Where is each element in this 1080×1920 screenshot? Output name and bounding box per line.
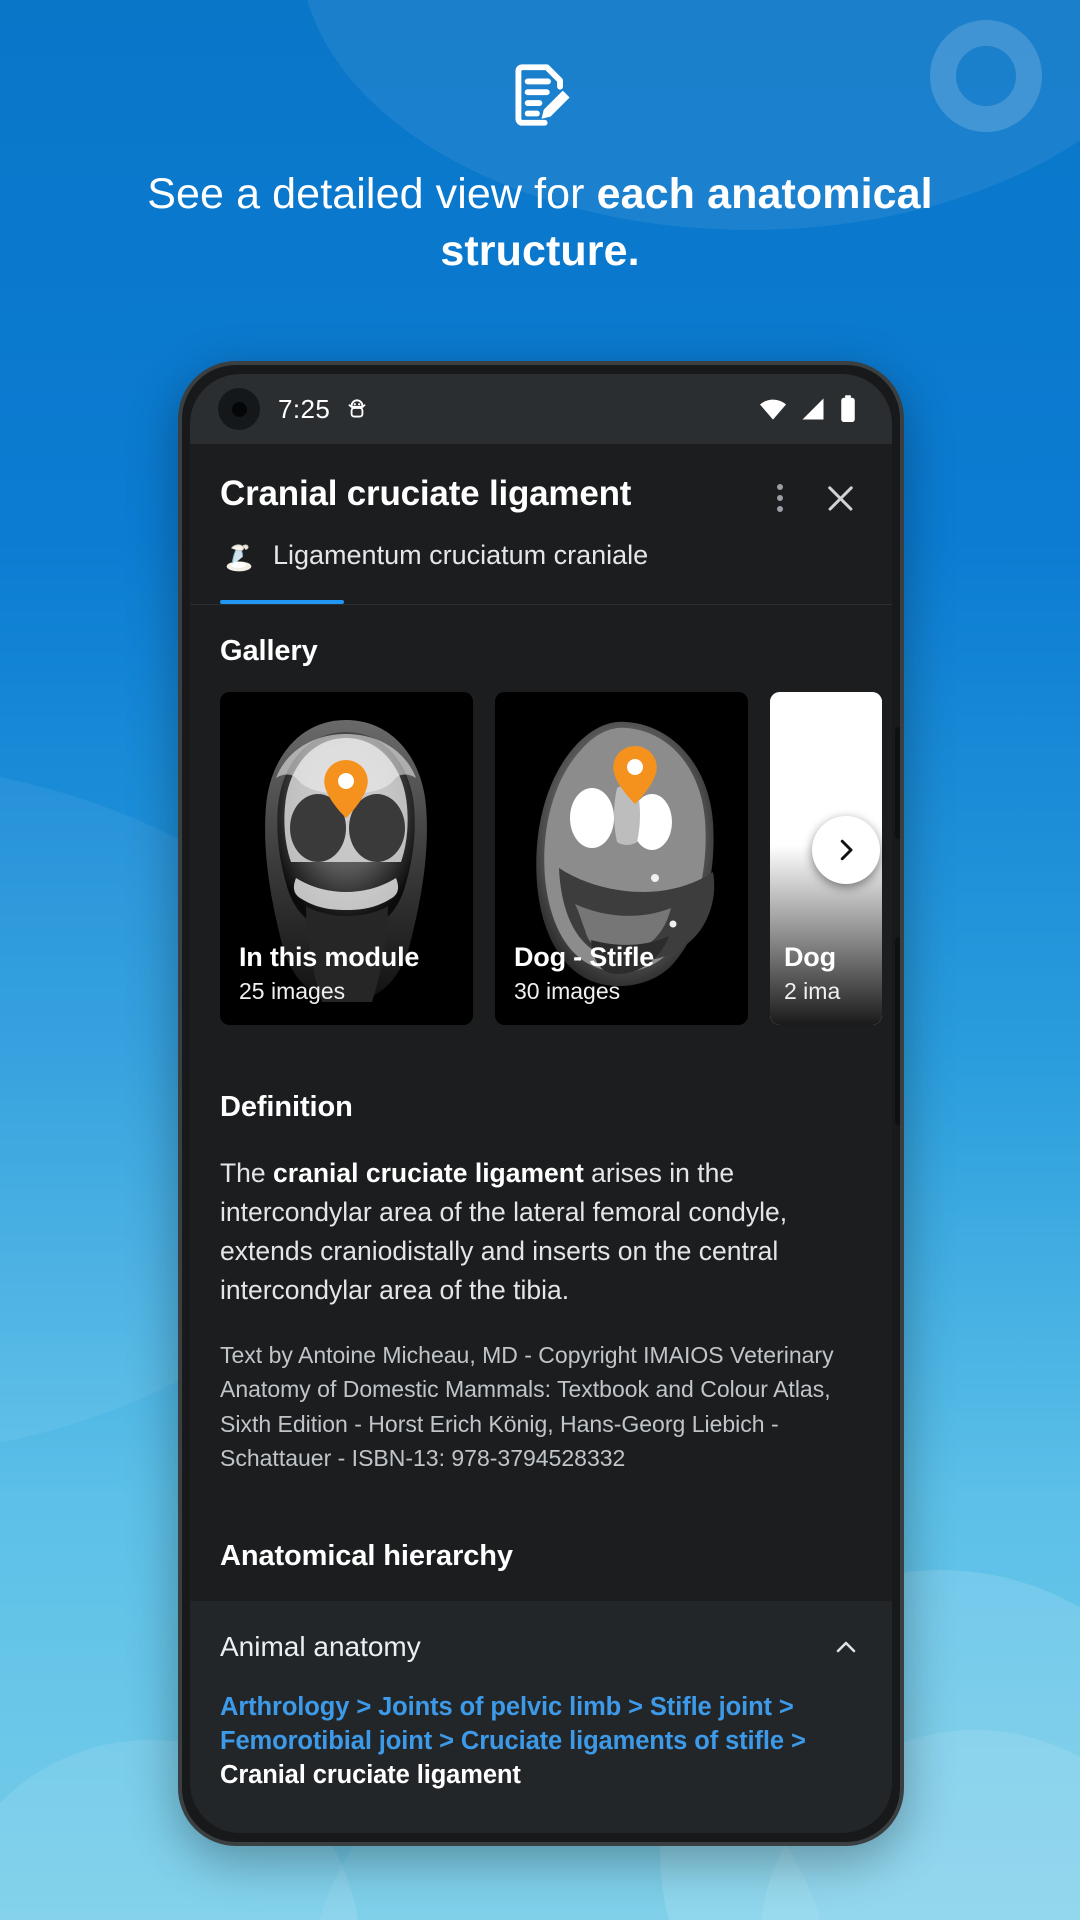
gallery-card-label: Dog - Stifle 30 images [514,942,740,1005]
gallery-card-count: 25 images [239,977,346,1004]
status-notification-icons [344,396,370,422]
home-indicator-area [190,1818,892,1833]
tab-indicator-track [220,600,862,604]
detail-scroll-content[interactable]: Gallery In this module 25 images Dog - S… [190,604,892,1833]
location-pin-icon [613,745,657,804]
breadcrumb-separator: > [771,1692,794,1721]
app-bar: Cranial cruciate ligament Ligamentum cru… [190,444,892,604]
definition-credit: Text by Antoine Micheau, MD - Copyright … [220,1341,834,1472]
breadcrumb-link[interactable]: Femorotibial joint [220,1727,432,1755]
chevron-up-icon[interactable] [830,1631,862,1663]
gallery-next-button[interactable] [812,815,880,884]
front-camera-punchhole [218,388,260,430]
gallery-card-label: In this module 25 images [239,942,465,1005]
page-title: Cranial cruciate ligament [220,474,632,513]
breadcrumb-separator: > [349,1692,379,1721]
breadcrumb-link[interactable]: Joints of pelvic limb [378,1693,621,1721]
definition-term: cranial cruciate ligament [273,1157,584,1188]
gallery-card-count: 30 images [514,977,621,1004]
overflow-menu-button[interactable] [762,478,798,518]
promo-header: See a detailed view for each anatomical … [0,0,1080,280]
hierarchy-root-label: Animal anatomy [220,1630,421,1662]
status-bar: 7:25 [190,374,892,444]
page-subtitle: Ligamentum cruciatum craniale [273,539,649,570]
close-icon[interactable] [818,476,862,520]
phone-frame: 7:25 Cranial cruciate ligament Ligamentu… [178,361,904,1846]
gallery-card-label: Dog 2 ima [784,942,874,1005]
gallery-section: Gallery In this module 25 images Dog - S… [190,605,892,1059]
overflow-dot [777,484,783,490]
app-bar-top-row: Cranial cruciate ligament [220,472,862,520]
gallery-card-count: 2 ima [784,977,841,1004]
definition-text: The cranial cruciate ligament arises in … [220,1154,862,1310]
hierarchy-panel: Animal anatomy Arthrology > Joints of pe… [190,1600,892,1819]
breadcrumb-link[interactable]: Arthrology [220,1693,349,1721]
gallery-title: Gallery [220,634,318,667]
definition-section: Definition The cranial cruciate ligament… [190,1059,892,1510]
hierarchy-section: Anatomical hierarchy [190,1510,892,1601]
tab-active-indicator [220,600,344,604]
app-bar-actions [762,472,862,520]
hierarchy-title: Anatomical hierarchy [220,1539,513,1572]
gallery-card-title: Dog - Stifle [514,941,655,972]
subtitle-row: Ligamentum cruciatum craniale [220,536,862,574]
phone-screen: 7:25 Cranial cruciate ligament Ligamentu… [190,374,892,1833]
promo-headline: See a detailed view for each anatomical … [0,166,1080,280]
breadcrumb-separator: > [432,1726,461,1755]
promo-headline-plain: See a detailed view for [147,170,597,218]
hierarchy-root-row[interactable]: Animal anatomy [220,1631,862,1663]
dog-icon [226,544,252,572]
phone-power-button[interactable] [895,727,900,839]
document-edit-icon [515,64,570,126]
definition-title: Definition [220,1090,353,1123]
wifi-icon [760,399,786,420]
definition-lead: The [220,1157,274,1188]
overflow-dot [777,495,783,501]
location-pin-icon [324,759,368,818]
gallery-card-title: In this module [239,941,420,972]
cellular-signal-icon [802,398,824,420]
breadcrumb-current: Cranial cruciate ligament [220,1760,521,1789]
breadcrumb-separator: > [621,1692,650,1721]
android-debug-icon [348,399,366,418]
breadcrumb[interactable]: Arthrology > Joints of pelvic limb > Sti… [220,1691,862,1793]
status-clock: 7:25 [278,393,331,424]
status-system-icons [758,394,858,424]
breadcrumb-separator: > [784,1726,806,1755]
overflow-dot [777,506,783,512]
battery-icon [841,395,855,422]
gallery-card[interactable]: Dog - Stifle 30 images [495,691,748,1025]
breadcrumb-link[interactable]: Cruciate ligaments of stifle [461,1727,784,1755]
gallery-card-title: Dog [784,941,836,972]
phone-volume-button[interactable] [895,937,900,1125]
gallery-carousel[interactable]: In this module 25 images Dog - Stifle 30… [220,691,882,1025]
breadcrumb-link[interactable]: Stifle joint [650,1693,772,1721]
chevron-right-icon [840,839,853,861]
gallery-card[interactable]: In this module 25 images [220,691,473,1025]
